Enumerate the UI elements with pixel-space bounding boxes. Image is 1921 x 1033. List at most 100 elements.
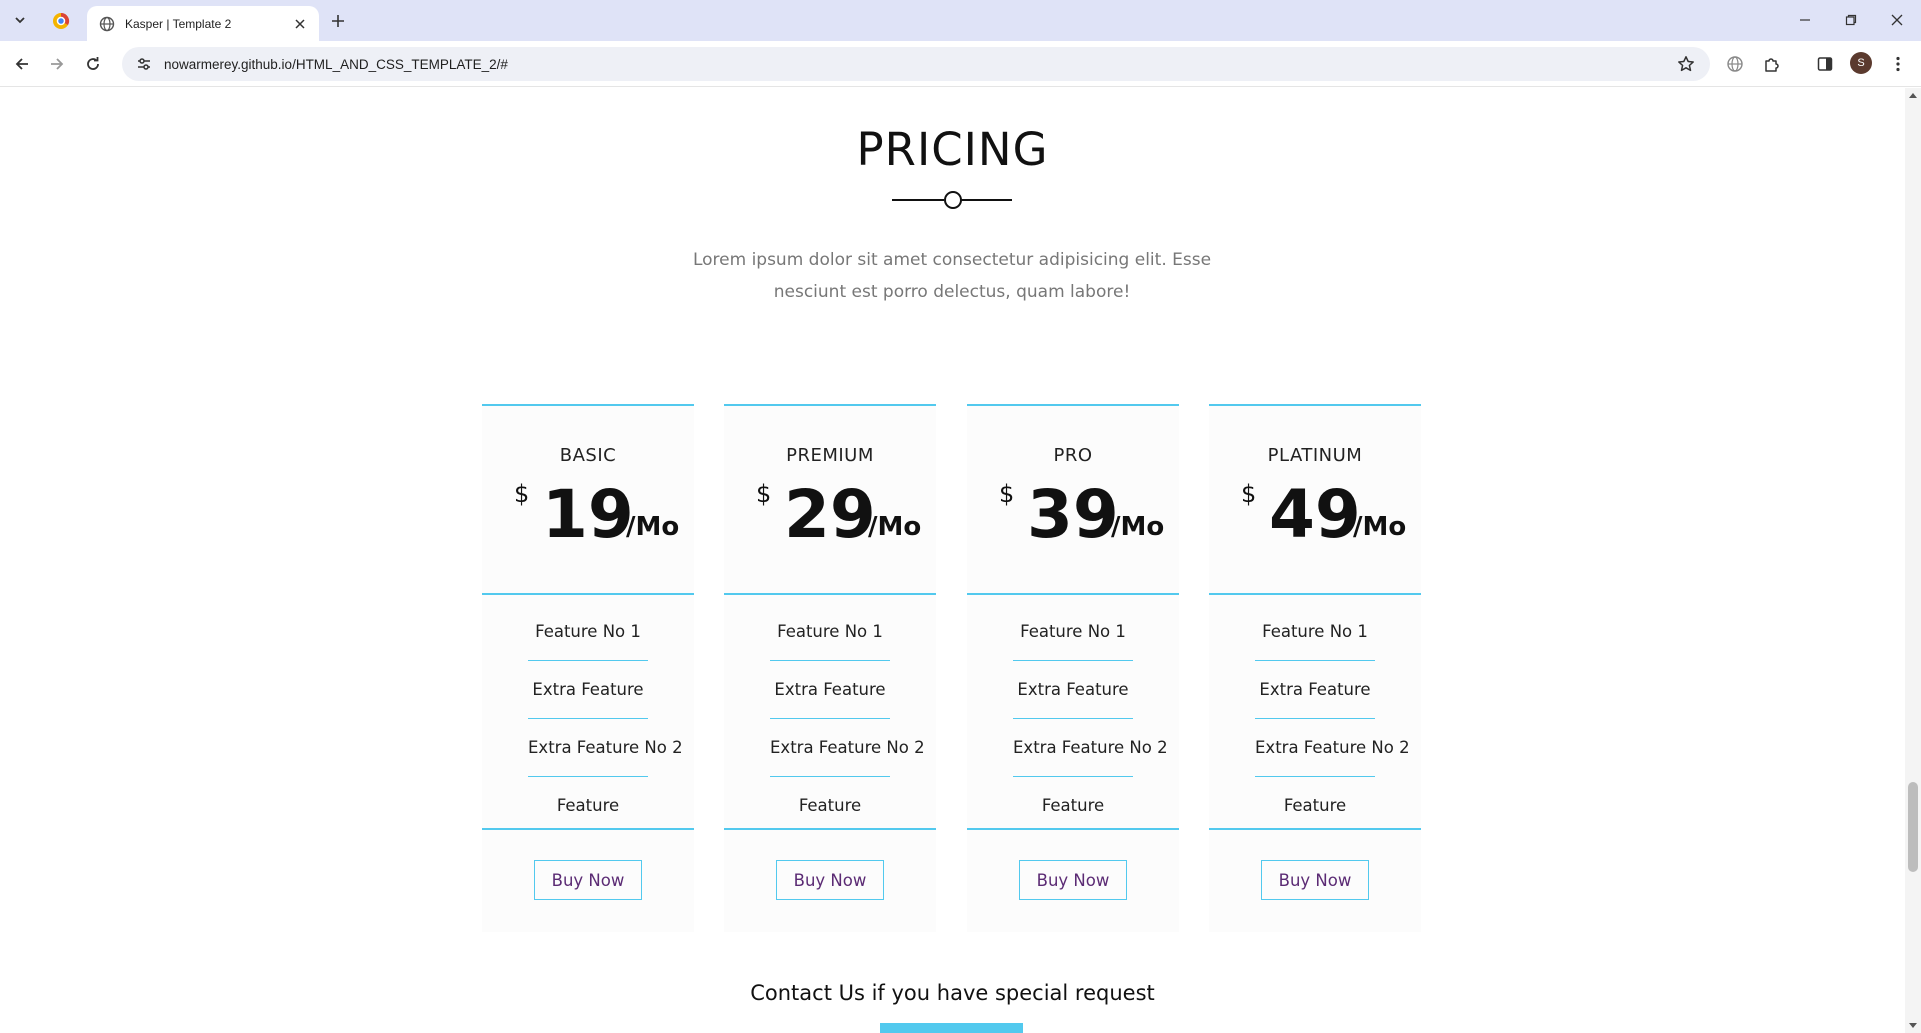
forward-arrow-icon (51, 58, 64, 70)
profile-avatar[interactable]: S (1850, 52, 1872, 74)
feature-item: Feature No 1 (1013, 603, 1133, 661)
price-period: /Mo (1353, 512, 1407, 542)
plan-foot: Buy Now (967, 830, 1179, 930)
page-scrollbar[interactable] (1905, 88, 1921, 1033)
buy-now-button[interactable]: Buy Now (1261, 860, 1369, 900)
puzzle-icon[interactable] (1760, 52, 1784, 76)
feature-item: Feature No 1 (770, 603, 890, 661)
section-title: PRICING (856, 123, 1049, 176)
address-bar[interactable]: nowarmerey.github.io/HTML_AND_CSS_TEMPLA… (122, 47, 1710, 81)
plan-foot: Buy Now (1209, 830, 1421, 930)
feature-list: Feature No 1 Extra Feature Extra Feature… (967, 595, 1179, 830)
translate-icon[interactable] (1723, 52, 1747, 76)
browser-toolbar: nowarmerey.github.io/HTML_AND_CSS_TEMPLA… (0, 41, 1921, 87)
plan-card-premium: PREMIUM $ 29 /Mo Feature No 1 Extra Feat… (724, 404, 936, 932)
section-description: Lorem ipsum dolor sit amet consectetur a… (692, 250, 1212, 302)
browser-tab-bar: Kasper | Template 2 (0, 0, 1921, 41)
forward-button[interactable] (43, 50, 71, 78)
plan-head: PREMIUM $ 29 /Mo (724, 406, 936, 595)
feature-item: Extra Feature (770, 661, 890, 719)
scroll-up-arrow-icon[interactable] (1905, 88, 1921, 102)
scrollbar-thumb[interactable] (1908, 782, 1918, 872)
tune-icon[interactable] (134, 54, 154, 74)
title-divider (892, 191, 1012, 209)
feature-item: Extra Feature No 2 (528, 719, 683, 777)
feature-list: Feature No 1 Extra Feature Extra Feature… (724, 595, 936, 830)
divider-line-left (892, 199, 944, 201)
plan-head: PLATINUM $ 49 /Mo (1209, 406, 1421, 595)
restore-button[interactable] (1829, 6, 1873, 34)
restore-icon (1845, 14, 1857, 26)
feature-item: Feature No 1 (1255, 603, 1375, 661)
feature-item: Feature (1041, 796, 1105, 815)
price-amount: 49 (1269, 476, 1361, 553)
tab-title: Kasper | Template 2 (125, 16, 232, 31)
back-arrow-icon (15, 58, 28, 70)
plan-name: PLATINUM (1267, 445, 1363, 466)
plus-icon (332, 15, 344, 27)
buy-now-button[interactable]: Buy Now (534, 860, 642, 900)
pinned-tab[interactable] (46, 8, 76, 34)
plan-card-basic: BASIC $ 19 /Mo Feature No 1 Extra Featur… (482, 404, 694, 932)
price-currency: $ (1241, 480, 1257, 508)
close-tab-icon[interactable] (291, 15, 309, 33)
divider-line-right (960, 199, 1012, 201)
feature-item: Extra Feature (1255, 661, 1375, 719)
plan-name: PRO (1053, 445, 1093, 466)
feature-item: Extra Feature (528, 661, 648, 719)
tab-list-button[interactable] (8, 8, 32, 32)
url-text[interactable]: nowarmerey.github.io/HTML_AND_CSS_TEMPLA… (164, 57, 1674, 72)
more-vertical-icon[interactable] (1886, 52, 1910, 76)
buy-now-button[interactable]: Buy Now (776, 860, 884, 900)
plan-foot: Buy Now (724, 830, 936, 930)
star-icon[interactable] (1674, 52, 1698, 76)
price-amount: 29 (784, 476, 876, 553)
plan-price: $ 49 /Mo (1209, 476, 1421, 556)
contact-heading: Contact Us if you have special request (750, 981, 1155, 1005)
feature-item: Extra Feature No 2 (1255, 719, 1410, 777)
pricing-plans: BASIC $ 19 /Mo Feature No 1 Extra Featur… (482, 404, 1422, 1020)
feature-item: Extra Feature (1013, 661, 1133, 719)
reload-button[interactable] (79, 50, 107, 78)
plan-name: PREMIUM (786, 445, 874, 466)
plan-foot: Buy Now (482, 830, 694, 930)
price-period: /Mo (1111, 512, 1165, 542)
feature-item: Extra Feature No 2 (770, 719, 925, 777)
chrome-favicon-icon (53, 12, 70, 29)
feature-item: Extra Feature No 2 (1013, 719, 1168, 777)
new-tab-button[interactable] (326, 9, 350, 33)
contact-accent-bar (880, 1023, 1023, 1033)
plan-head: BASIC $ 19 /Mo (482, 406, 694, 595)
plan-card-platinum: PLATINUM $ 49 /Mo Feature No 1 Extra Fea… (1209, 404, 1421, 932)
chevron-down-icon (15, 17, 25, 24)
plan-card-pro: PRO $ 39 /Mo Feature No 1 Extra Feature … (967, 404, 1179, 932)
buy-now-button[interactable]: Buy Now (1019, 860, 1127, 900)
close-window-button[interactable] (1875, 6, 1919, 34)
feature-item: Feature (1283, 796, 1347, 815)
plan-price: $ 39 /Mo (967, 476, 1179, 556)
price-currency: $ (999, 480, 1015, 508)
plan-head: PRO $ 39 /Mo (967, 406, 1179, 595)
price-period: /Mo (626, 512, 680, 542)
feature-item: Feature (556, 796, 620, 815)
price-currency: $ (756, 480, 772, 508)
side-panel-icon[interactable] (1813, 52, 1837, 76)
price-amount: 19 (542, 476, 634, 553)
price-period: /Mo (868, 512, 922, 542)
feature-item: Feature (798, 796, 862, 815)
page-viewport: PRICING Lorem ipsum dolor sit amet conse… (0, 88, 1905, 1033)
feature-item: Feature No 1 (528, 603, 648, 661)
minimize-icon (1800, 19, 1810, 21)
price-amount: 39 (1027, 476, 1119, 553)
reload-icon (87, 57, 99, 70)
scroll-down-arrow-icon[interactable] (1905, 1019, 1921, 1033)
globe-icon (99, 16, 115, 32)
minimize-button[interactable] (1783, 6, 1827, 34)
feature-list: Feature No 1 Extra Feature Extra Feature… (1209, 595, 1421, 830)
plan-name: BASIC (559, 445, 617, 466)
plan-price: $ 29 /Mo (724, 476, 936, 556)
active-tab[interactable]: Kasper | Template 2 (87, 6, 319, 41)
back-button[interactable] (8, 50, 36, 78)
price-currency: $ (514, 480, 530, 508)
plan-price: $ 19 /Mo (482, 476, 694, 556)
